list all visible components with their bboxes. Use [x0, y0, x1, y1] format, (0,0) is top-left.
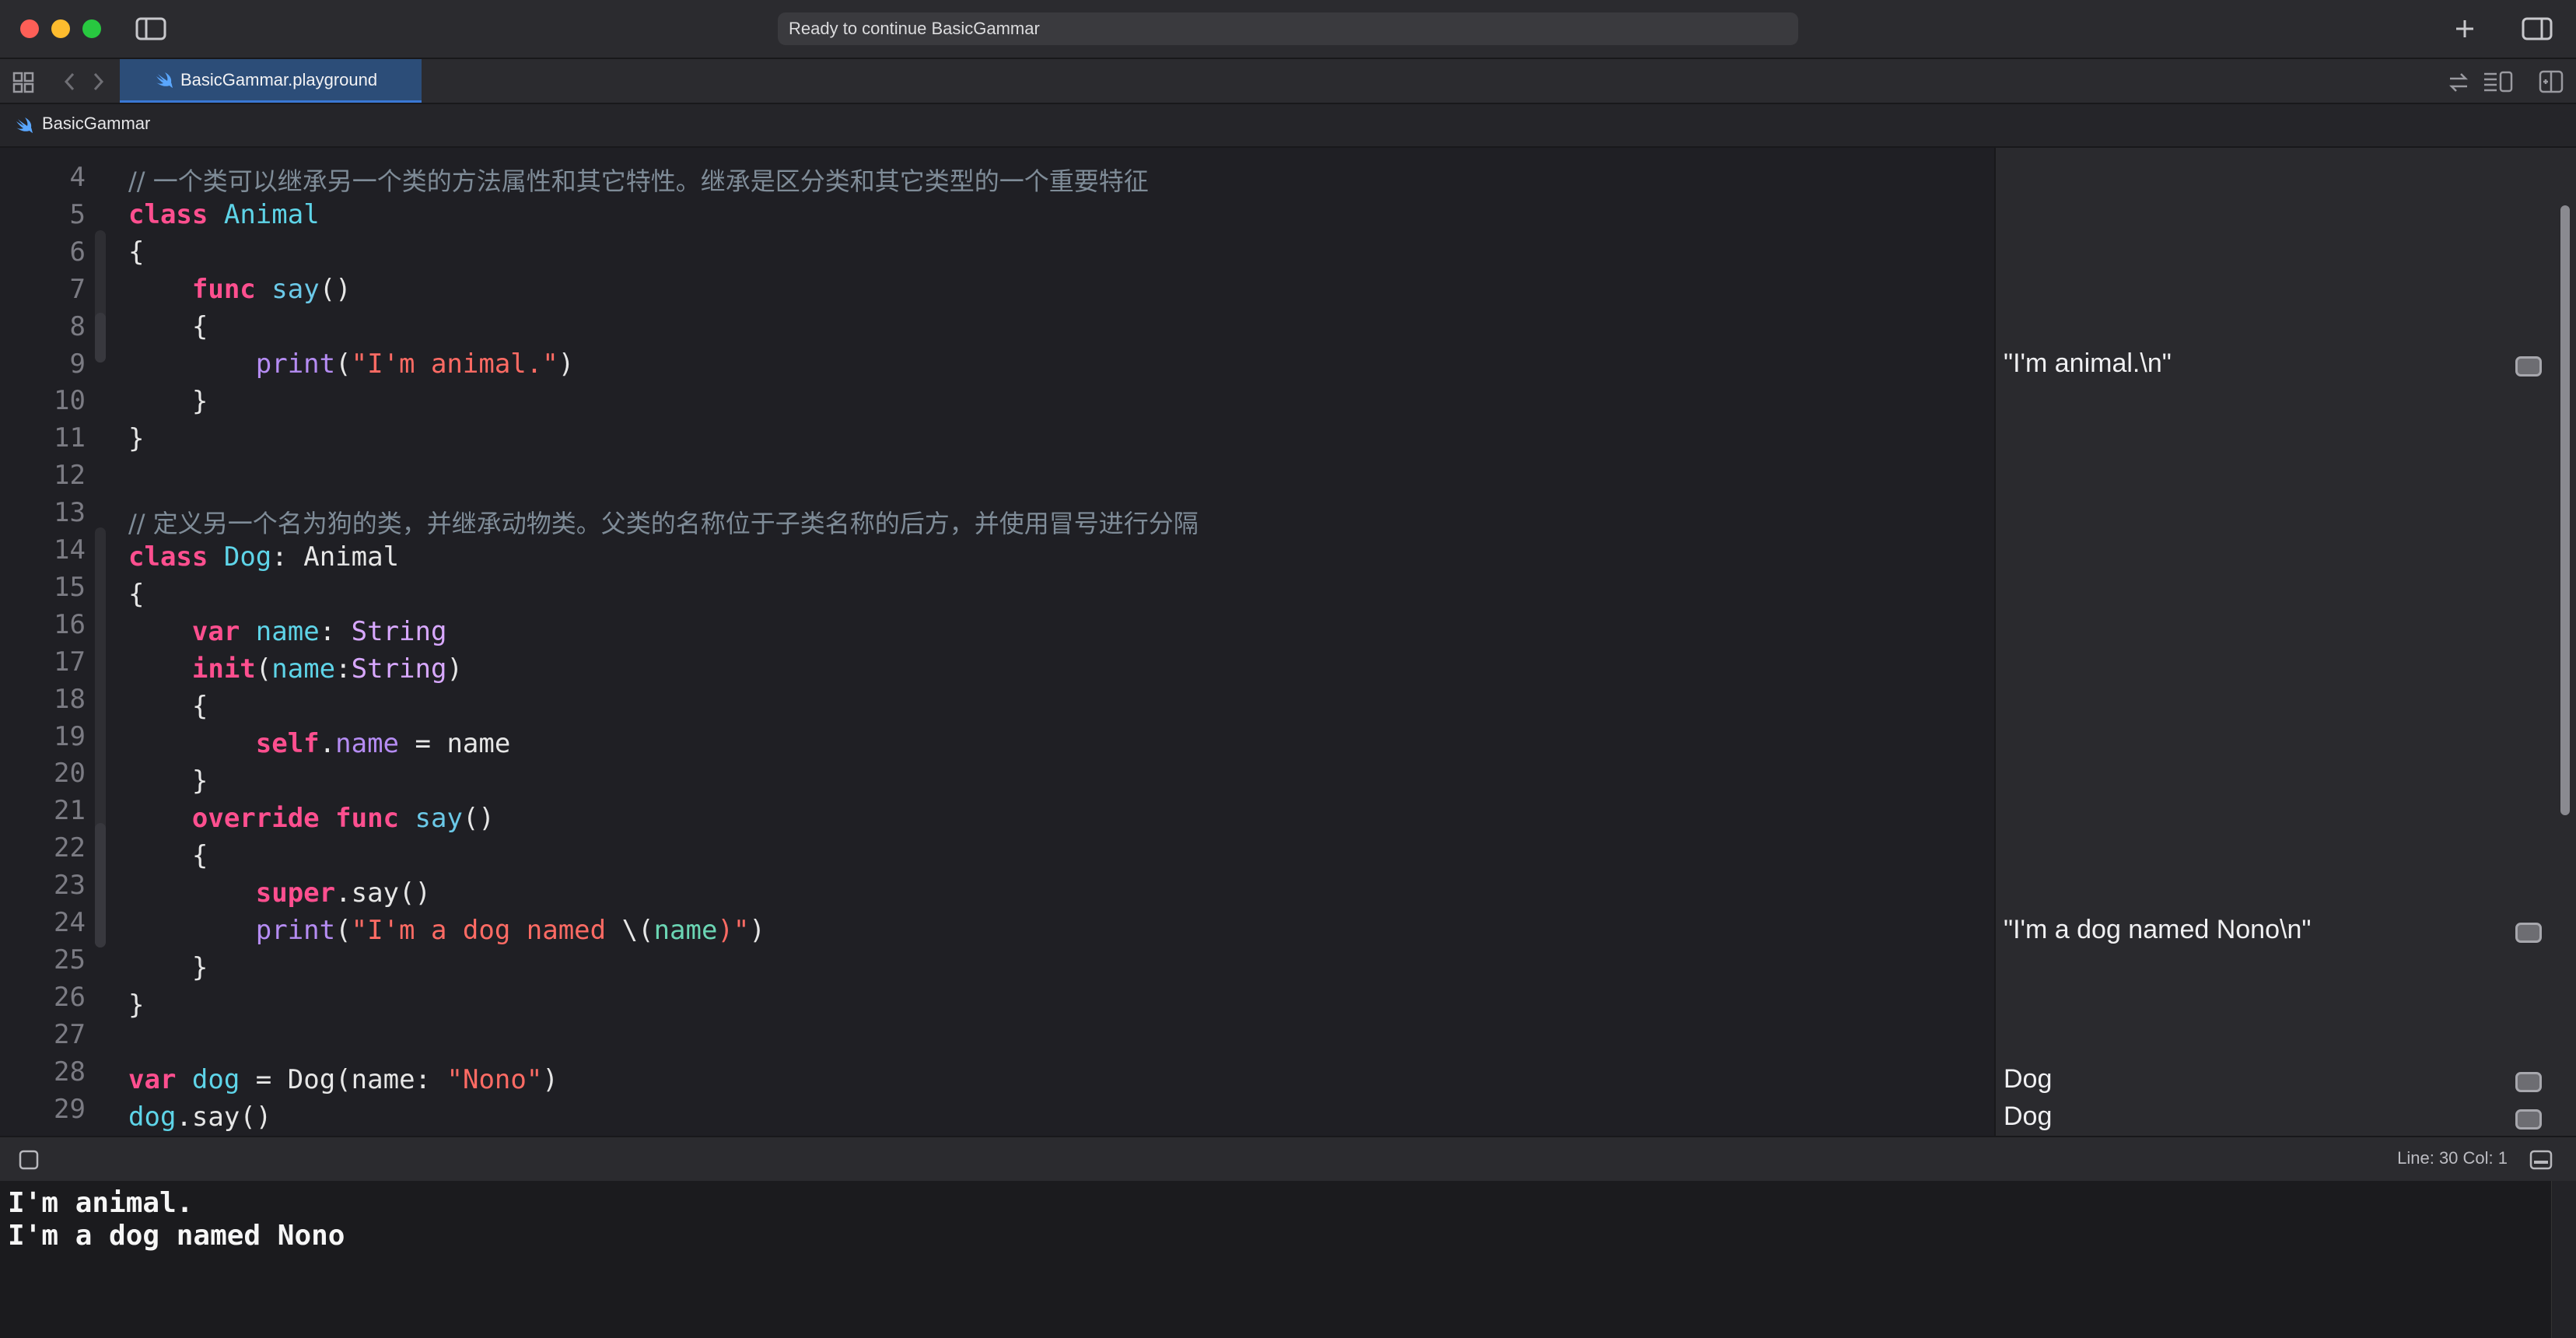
zoom-window-button[interactable]: [82, 19, 101, 38]
code-line-7: func say(): [191, 274, 352, 305]
refresh-icon[interactable]: [2447, 72, 2470, 93]
line-number[interactable]: 28: [0, 1056, 86, 1088]
plus-icon[interactable]: [2455, 19, 2475, 39]
code-line-10: }: [191, 386, 208, 417]
console-layout-icon[interactable]: [2529, 1150, 2553, 1170]
code-line-5: class Animal: [128, 199, 320, 230]
minimize-window-button[interactable]: [51, 19, 70, 38]
result-line-28[interactable]: Dog: [2004, 1064, 2052, 1095]
fold-ribbon[interactable]: [95, 823, 106, 947]
line-number[interactable]: 15: [0, 572, 86, 603]
code-line-4: // 一个类可以继承另一个类的方法属性和其它特性。继承是区分类和其它类型的一个重…: [128, 166, 1149, 196]
line-number[interactable]: 16: [0, 609, 86, 640]
line-number[interactable]: 10: [0, 385, 86, 416]
line-number[interactable]: 26: [0, 982, 86, 1013]
line-column-indicator: Line: 30 Col: 1: [2397, 1148, 2508, 1168]
line-number[interactable]: 25: [0, 944, 86, 975]
activity-status: Ready to continue BasicGammar: [778, 12, 1798, 45]
line-number[interactable]: 27: [0, 1019, 86, 1050]
console-line: I'm animal.: [8, 1187, 194, 1219]
line-number[interactable]: 8: [0, 311, 86, 342]
line-number[interactable]: 29: [0, 1094, 86, 1125]
add-editor-icon[interactable]: [2539, 70, 2564, 93]
code-line-29: dog.say(): [128, 1102, 272, 1133]
back-icon[interactable]: [62, 72, 78, 92]
console-output[interactable]: I'm animal. I'm a dog named Nono: [0, 1181, 2576, 1338]
line-number[interactable]: 11: [0, 422, 86, 454]
quicklook-icon[interactable]: [2515, 356, 2542, 377]
inspector-toggle-icon[interactable]: [2522, 17, 2553, 40]
code-line-18: {: [191, 691, 208, 722]
code-line-9: print("I'm animal."): [255, 349, 575, 380]
forward-icon[interactable]: [90, 72, 106, 92]
code-line-19: self.name = name: [255, 728, 511, 759]
code-line-11: }: [128, 423, 145, 454]
line-number[interactable]: 24: [0, 907, 86, 938]
console-toggle-icon[interactable]: [19, 1150, 39, 1170]
code-editor[interactable]: 4 5 6 7 8 9 10 11 12 13 14 15 16 17 18 19 20 21 22 23 24 25 26…: [0, 148, 1994, 1136]
lines-icon[interactable]: [2483, 70, 2514, 93]
code-line-13: // 定义另一个名为狗的类，并继承动物类。父类的名称位于子类名称的后方，并使用冒…: [128, 509, 1199, 538]
line-number[interactable]: 5: [0, 199, 86, 230]
result-line-24[interactable]: "I'm a dog named Nono\n": [2004, 915, 2311, 945]
line-number[interactable]: 12: [0, 460, 86, 491]
console-line: I'm a dog named Nono: [8, 1220, 345, 1252]
line-number[interactable]: 22: [0, 832, 86, 863]
line-number[interactable]: 6: [0, 236, 86, 268]
quicklook-icon[interactable]: [2515, 923, 2542, 943]
swift-icon: [16, 117, 33, 133]
tab-label: BasicGammar.playground: [180, 70, 378, 89]
line-number[interactable]: 9: [0, 349, 86, 380]
code-line-15: {: [128, 579, 145, 610]
result-line-9[interactable]: "I'm animal.\n": [2004, 349, 2172, 379]
result-line-29[interactable]: Dog: [2004, 1102, 2052, 1132]
code-line-22: {: [191, 840, 208, 871]
code-line-20: }: [191, 765, 208, 797]
tab-basicgammar-playground[interactable]: BasicGammar.playground: [120, 59, 422, 103]
jump-bar: BasicGammar: [0, 104, 2576, 148]
quicklook-icon[interactable]: [2515, 1109, 2542, 1130]
fold-ribbon[interactable]: [95, 313, 106, 363]
code-line-17: init(name:String): [191, 653, 463, 685]
code-line-23: super.say(): [255, 877, 431, 909]
line-number[interactable]: 20: [0, 758, 86, 789]
console-scrollbar[interactable]: [2551, 1181, 2576, 1338]
line-number[interactable]: 4: [0, 162, 86, 193]
close-window-button[interactable]: [20, 19, 39, 38]
code-line-16: var name: String: [191, 616, 447, 647]
editor-scrollbar[interactable]: [2560, 205, 2570, 815]
line-number[interactable]: 19: [0, 721, 86, 752]
line-number[interactable]: 17: [0, 646, 86, 678]
line-number[interactable]: 14: [0, 534, 86, 566]
grid-icon[interactable]: [12, 72, 34, 93]
code-line-26: }: [128, 989, 145, 1021]
code-line-25: }: [191, 952, 208, 983]
code-line-14: class Dog: Animal: [128, 541, 400, 573]
quicklook-icon[interactable]: [2515, 1072, 2542, 1092]
code-line-24: print("I'm a dog named \(name)"): [255, 915, 765, 946]
line-number[interactable]: 7: [0, 274, 86, 305]
debug-bar: [0, 1136, 2576, 1182]
sidebar-toggle-icon[interactable]: [135, 17, 166, 40]
line-number[interactable]: 21: [0, 795, 86, 826]
code-line-28: var dog = Dog(name: "Nono"): [128, 1064, 558, 1095]
code-line-21: override func say(): [191, 803, 495, 834]
breadcrumb[interactable]: BasicGammar: [42, 114, 150, 134]
results-sidebar: [1994, 148, 2576, 1136]
swift-icon: [156, 72, 173, 88]
code-line-8: {: [191, 311, 208, 342]
code-line-6: {: [128, 236, 145, 268]
line-number[interactable]: 18: [0, 684, 86, 715]
line-number[interactable]: 23: [0, 870, 86, 901]
line-number[interactable]: 13: [0, 497, 86, 528]
